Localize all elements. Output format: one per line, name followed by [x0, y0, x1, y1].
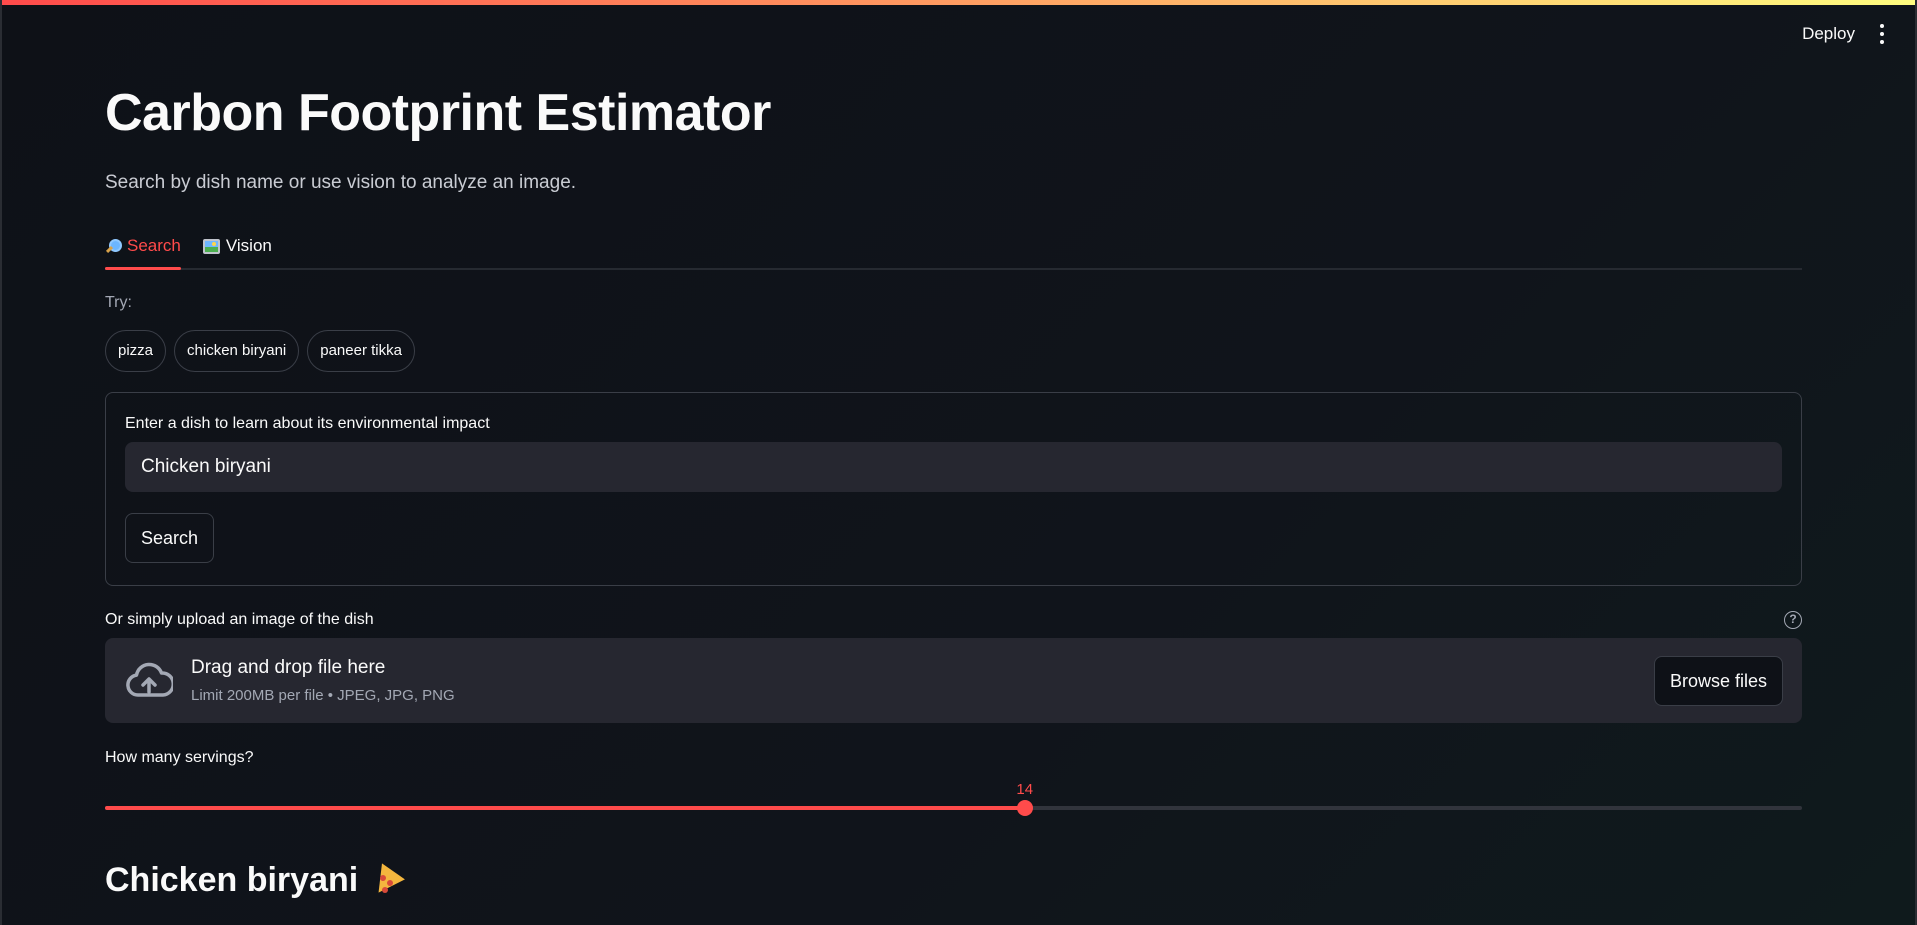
tab-search[interactable]: Search [105, 224, 181, 270]
browse-files-button[interactable]: Browse files [1653, 656, 1783, 706]
result-heading: Chicken biryani [105, 861, 1802, 900]
result-dish-name: Chicken biryani [105, 861, 359, 899]
suggestion-chips: pizza chicken biryani paneer tikka [105, 330, 1802, 372]
magnifier-icon [105, 238, 122, 254]
app-window: Deploy Carbon Footprint Estimator Search… [0, 0, 1917, 925]
page-subtitle: Search by dish name or use vision to ana… [105, 172, 577, 193]
main-content: Carbon Footprint Estimator Search by dis… [105, 80, 1802, 900]
search-form: Enter a dish to learn about its environm… [105, 392, 1802, 586]
cloud-upload-icon [126, 662, 173, 697]
uploader-label: Or simply upload an image of the dish [105, 611, 374, 628]
kebab-menu-icon[interactable] [1877, 24, 1887, 44]
uploader-header: Or simply upload an image of the dish ? [105, 611, 1802, 629]
pizza-icon [370, 865, 402, 897]
tab-vision[interactable]: Vision [202, 224, 272, 268]
suggestion-chip-pizza[interactable]: pizza [105, 330, 167, 372]
suggestion-chip-chicken-biryani[interactable]: chicken biryani [174, 330, 300, 372]
slider-thumb[interactable] [1016, 800, 1033, 816]
file-dropzone[interactable]: Drag and drop file here Limit 200MB per … [105, 638, 1802, 723]
deploy-button[interactable]: Deploy [1802, 24, 1855, 44]
slider-fill [105, 806, 1025, 810]
suggestion-chip-paneer-tikka[interactable]: paneer tikka [307, 330, 415, 372]
tab-bar: Search Vision [105, 224, 1802, 270]
toolbar: Deploy [1802, 24, 1887, 44]
servings-slider[interactable]: 14 [105, 777, 1802, 827]
dish-input-label: Enter a dish to learn about its environm… [125, 415, 490, 432]
top-decoration-bar [2, 0, 1915, 5]
tab-search-label: Search [127, 236, 181, 255]
page-title: Carbon Footprint Estimator [105, 84, 771, 142]
slider-value: 14 [1016, 781, 1034, 798]
dish-search-input[interactable] [125, 442, 1782, 492]
servings-label: How many servings? [105, 749, 254, 766]
suggestions-label: Try: [105, 294, 132, 311]
dropzone-title: Drag and drop file here [191, 657, 386, 678]
search-button[interactable]: Search [125, 513, 215, 563]
help-circle-icon[interactable]: ? [1784, 611, 1802, 629]
tab-vision-label: Vision [225, 236, 272, 255]
dropzone-limits: Limit 200MB per file • JPEG, JPG, PNG [191, 687, 455, 704]
picture-icon [202, 238, 220, 254]
